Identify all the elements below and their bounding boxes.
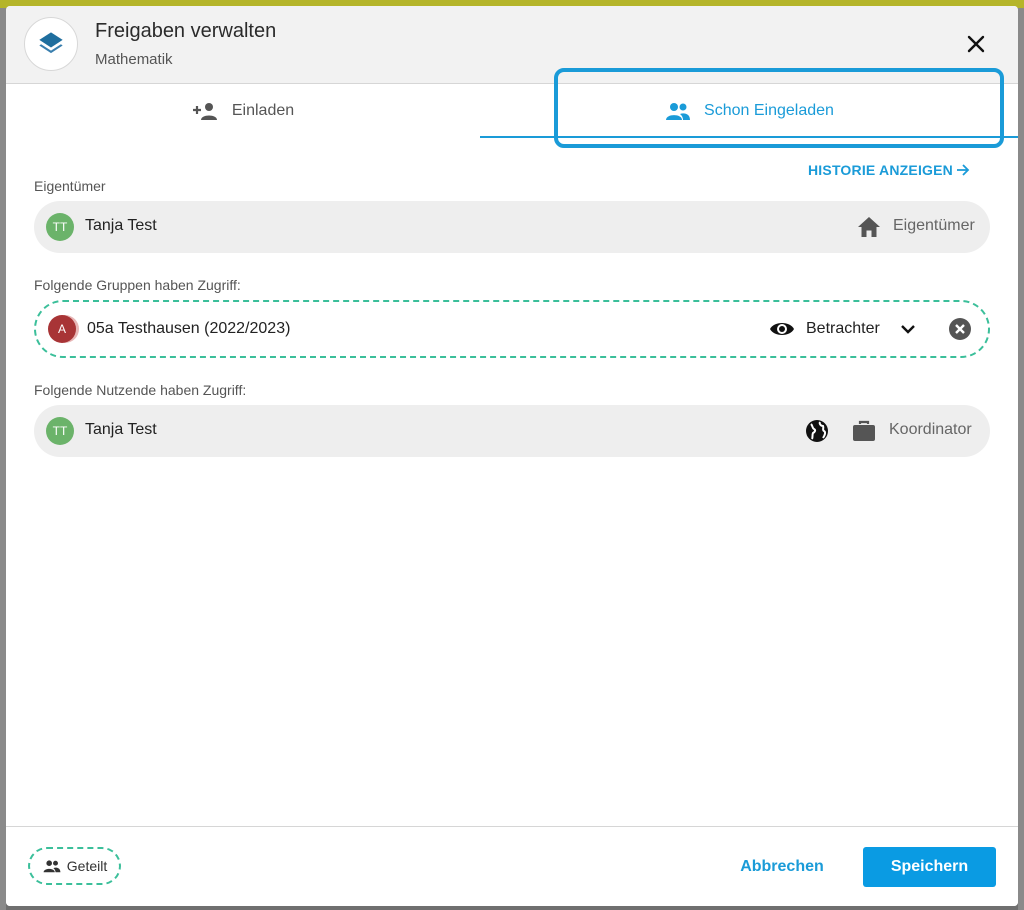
close-button[interactable] [962,30,990,58]
shared-status-label: Geteilt [66,858,108,874]
layers-icon [39,32,63,54]
dialog-title: Freigaben verwalten [95,20,277,42]
people-icon [43,860,61,873]
person-add-icon [192,103,217,120]
chevron-down-icon[interactable] [896,317,920,341]
tab-already-invited[interactable]: Schon Eingeladen [480,84,1018,138]
dialog-subtitle: Mathematik [95,51,173,68]
owner-section-label: Eigentümer [34,178,106,194]
user-name: Tanja Test [85,421,157,438]
users-section-label: Folgende Nutzende haben Zugriff: [34,382,247,398]
group-name: 05a Testhausen (2022/2023) [87,320,291,337]
people-icon [666,103,691,120]
shared-status-chip[interactable]: Geteilt [28,847,121,885]
backdrop-right [1018,8,1024,910]
save-button[interactable]: Speichern [863,847,996,887]
briefcase-icon [851,418,877,444]
groups-section-label: Folgende Gruppen haben Zugriff: [34,277,241,293]
history-link[interactable]: HISTORIE ANZEIGEN [808,162,970,178]
tab-already-invited-label: Schon Eingeladen [704,102,834,119]
avatar: TT [46,417,74,445]
user-row: TT Tanja Test Koordinator [34,405,990,457]
dialog-footer: Geteilt Abbrechen Speichern [6,826,1018,906]
group-role[interactable]: Betrachter [806,320,880,338]
tab-invite[interactable]: Einladen [6,84,480,138]
active-tab-indicator [480,136,1018,138]
tab-bar: Einladen Schon Eingeladen [6,84,1018,138]
remove-circle-icon [949,318,971,340]
owner-role: Eigentümer [893,217,975,234]
share-dialog: Freigaben verwalten Mathematik Einladen [6,6,1018,906]
app-logo [24,17,78,71]
tab-invite-label: Einladen [231,102,295,119]
close-icon [967,35,985,53]
dialog-header: Freigaben verwalten Mathematik [6,6,1018,84]
globe-icon [804,418,830,444]
remove-group-button[interactable] [948,317,972,341]
avatar: A [48,315,76,343]
owner-row: TT Tanja Test Eigentümer [34,201,990,253]
avatar: TT [46,213,74,241]
user-role: Koordinator [889,421,972,438]
group-row: A 05a Testhausen (2022/2023) Betrachter [34,300,990,358]
owner-name: Tanja Test [85,217,157,234]
cancel-button[interactable]: Abbrechen [728,851,836,883]
eye-icon [768,317,796,341]
home-icon [856,214,882,240]
history-link-label: HISTORIE ANZEIGEN [808,162,953,178]
arrow-right-icon [956,164,970,176]
